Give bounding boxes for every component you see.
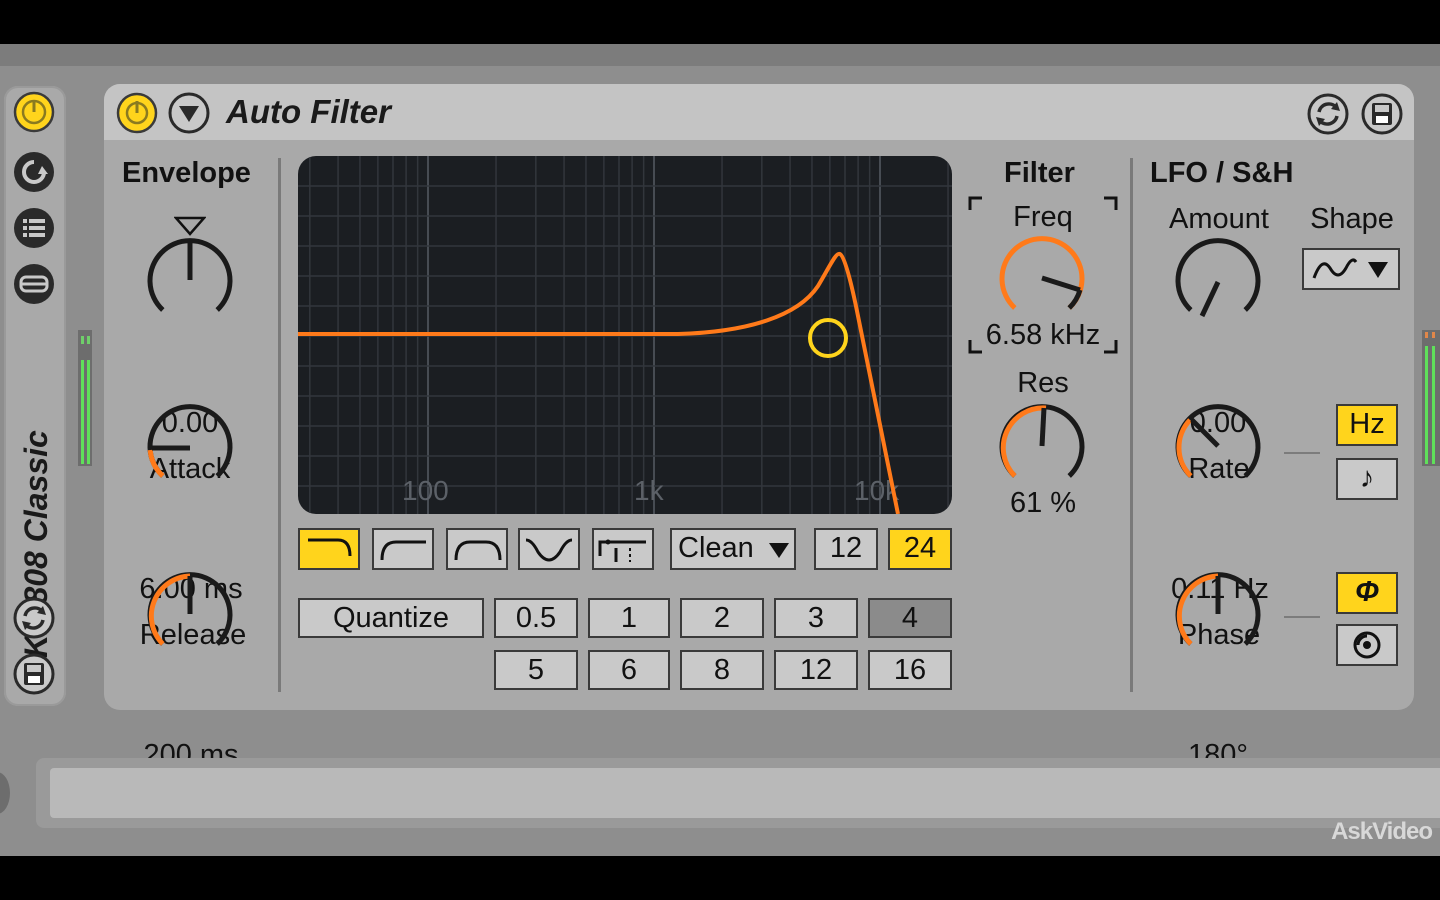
quantize-8-button[interactable]: 8 xyxy=(680,650,764,690)
hot-swap-preset-icon[interactable] xyxy=(1306,92,1350,141)
lfo-shape-label: Shape xyxy=(1310,203,1394,235)
dropdown-arrow-icon xyxy=(769,543,789,558)
macro-list-icon[interactable] xyxy=(12,206,56,250)
circuit-type-dropdown[interactable]: Clean xyxy=(670,528,796,570)
filter-header: Filter xyxy=(1004,157,1075,189)
filter-response-display[interactable]: 100 1k 10k xyxy=(298,156,952,514)
res-label: Res xyxy=(1017,367,1069,399)
section-divider xyxy=(1130,158,1133,692)
rate-mode-hz-button[interactable]: Hz xyxy=(1336,404,1398,446)
release-knob[interactable] xyxy=(142,568,238,664)
lfo-rate-knob[interactable] xyxy=(1170,400,1266,496)
quantize-6-button[interactable]: 6 xyxy=(588,650,670,690)
device-title: Auto Filter xyxy=(226,93,391,130)
hot-swap-icon[interactable] xyxy=(12,150,56,194)
filter-curve xyxy=(298,251,900,514)
filter-type-morph-button[interactable] xyxy=(592,528,654,570)
freq-label: Freq xyxy=(1013,201,1073,233)
slope-24-button[interactable]: 24 xyxy=(888,528,952,570)
refresh-icon[interactable] xyxy=(12,596,56,640)
rate-mode-sync-button[interactable]: ♪ xyxy=(1336,458,1398,500)
quantize-2-button[interactable]: 2 xyxy=(680,598,764,638)
section-divider xyxy=(278,158,281,692)
chain-icon[interactable] xyxy=(12,262,56,306)
slope-12-button[interactable]: 12 xyxy=(814,528,878,570)
quantize-12-button[interactable]: 12 xyxy=(774,650,858,690)
auto-filter-device: Auto Filter Envelope 0.00 Attack 6.00 ms… xyxy=(104,84,1414,771)
watermark-logo: AskVideo xyxy=(1331,818,1433,845)
instrument-rack-strip: Kit-808 Classic xyxy=(4,86,66,706)
envelope-header: Envelope xyxy=(122,157,251,189)
quantize-1-button[interactable]: 1 xyxy=(588,598,670,638)
quantize-5-button[interactable]: 5 xyxy=(494,650,578,690)
filter-type-notch-button[interactable] xyxy=(518,528,580,570)
collapse-chevron-icon[interactable] xyxy=(168,92,210,139)
lfo-header: LFO / S&H xyxy=(1150,157,1294,189)
freq-knob[interactable] xyxy=(994,232,1090,328)
filter-type-lowpass-button[interactable] xyxy=(298,528,360,570)
quantize-3-button[interactable]: 3 xyxy=(774,598,858,638)
attack-knob[interactable] xyxy=(142,400,238,496)
quantize-4-button[interactable]: 4 xyxy=(868,598,952,638)
filter-type-bandpass-button[interactable] xyxy=(446,528,508,570)
quantize-16-button[interactable]: 16 xyxy=(868,650,952,690)
phase-mode-button[interactable]: Φ xyxy=(1336,572,1398,614)
save-icon[interactable] xyxy=(12,652,56,696)
quantize-0.5-button[interactable]: 0.5 xyxy=(494,598,578,638)
device-power-icon[interactable] xyxy=(116,92,158,139)
rate-mode-connector xyxy=(1284,452,1320,454)
chain-top-strip xyxy=(0,44,1440,66)
lfo-phase-knob[interactable] xyxy=(1170,568,1266,664)
lfo-shape-dropdown[interactable] xyxy=(1302,248,1400,290)
lower-panel-field[interactable] xyxy=(50,768,1440,818)
rack-output-meter xyxy=(78,330,92,466)
rack-power-icon[interactable] xyxy=(12,90,56,134)
device-output-meter xyxy=(1422,330,1440,466)
device-title-bar[interactable]: Auto Filter xyxy=(104,84,1414,140)
phase-mode-connector xyxy=(1284,616,1320,618)
rack-name-label: Kit-808 Classic xyxy=(18,430,54,658)
envelope-amount-knob[interactable] xyxy=(142,234,238,330)
quantize-button[interactable]: Quantize xyxy=(298,598,484,638)
lfo-amount-knob[interactable] xyxy=(1170,234,1266,330)
cutoff-handle[interactable] xyxy=(806,316,850,360)
save-preset-icon[interactable] xyxy=(1360,92,1404,141)
res-knob[interactable] xyxy=(994,400,1090,496)
freq-value: 6.58 kHz xyxy=(985,319,1101,351)
spin-mode-button[interactable] xyxy=(1336,624,1398,666)
circuit-type-value: Clean xyxy=(678,532,754,564)
res-value: 61 % xyxy=(1009,487,1077,519)
filter-type-highpass-button[interactable] xyxy=(372,528,434,570)
lfo-amount-label: Amount xyxy=(1169,203,1269,235)
spin-icon xyxy=(1353,631,1381,659)
